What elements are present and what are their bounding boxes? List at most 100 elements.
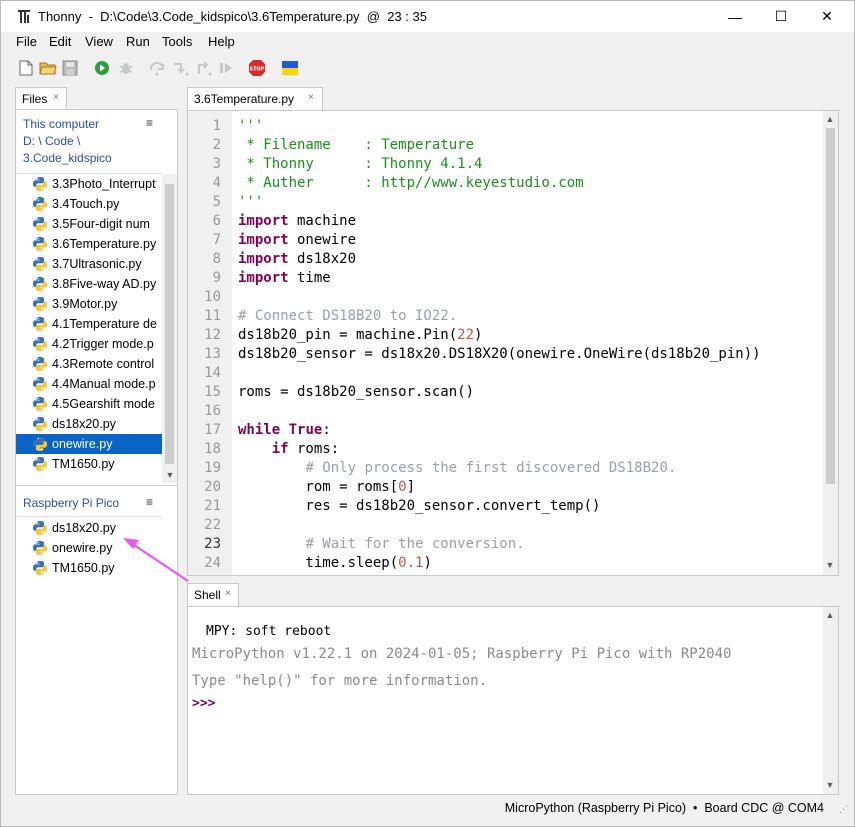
code-token: machine (288, 213, 357, 229)
code-token: 0.1 (398, 555, 424, 571)
line-number: 7 (212, 232, 221, 248)
code-line: * Thonny : Thonny 4.1.4 (238, 155, 482, 174)
minimize-button[interactable]: — (712, 1, 758, 32)
list-item[interactable]: TM1650.py (16, 454, 162, 474)
python-file-icon (33, 297, 47, 311)
code-line: time.sleep(0.1) (238, 554, 432, 573)
file-name: 4.4Manual mode.p (52, 377, 156, 391)
tab-editor[interactable]: 3.6Temperature.py × (187, 87, 323, 111)
resume-icon[interactable] (217, 59, 235, 77)
shell-scrollbar[interactable]: ▲ ▼ (823, 607, 838, 794)
file-name: 3.9Motor.py (52, 297, 118, 311)
code-line: # Connect DS18B20 to IO22. (238, 307, 457, 326)
list-item[interactable]: 4.4Manual mode.p (16, 374, 162, 394)
python-file-icon (33, 561, 47, 575)
file-name: 4.5Gearshift mode (52, 397, 155, 411)
step-over-icon[interactable] (149, 59, 167, 77)
file-name: TM1650.py (52, 561, 115, 575)
menu-file[interactable]: File (16, 34, 37, 49)
code-token: ] (406, 479, 416, 495)
list-item[interactable]: 4.5Gearshift mode (16, 394, 162, 414)
line-number: 8 (212, 251, 221, 267)
code-line: import ds18x20 (238, 250, 356, 269)
computer-menu-icon[interactable]: ≡ (146, 116, 153, 130)
list-item[interactable]: 3.8Five-way AD.py (16, 274, 162, 294)
maximize-button[interactable]: ☐ (758, 1, 804, 32)
computer-location-title[interactable]: This computer D: \ Code \ 3.Code_kidspic… (23, 116, 112, 167)
menu-run[interactable]: Run (126, 34, 150, 49)
step-into-icon[interactable] (172, 59, 190, 77)
list-item[interactable]: 3.5Four-digit num (16, 214, 162, 234)
shell-prompt[interactable]: >>> (192, 696, 215, 711)
menu-tools[interactable]: Tools (162, 34, 192, 49)
device-location-title[interactable]: Raspberry Pi Pico (23, 495, 119, 512)
save-icon[interactable] (61, 59, 79, 77)
file-name: 4.1Temperature de (52, 317, 157, 331)
python-file-icon (33, 337, 47, 351)
close-icon[interactable]: × (308, 92, 314, 103)
computer-file-list: 3.3Photo_Interrupt 3.4Touch.py 3.5Four-dig… (16, 174, 162, 477)
step-out-icon[interactable] (195, 59, 213, 77)
list-item[interactable]: 3.6Temperature.py (16, 234, 162, 254)
list-item[interactable]: 4.1Temperature de (16, 314, 162, 334)
tab-files[interactable]: Files × (15, 87, 67, 110)
menu-edit[interactable]: Edit (49, 34, 71, 49)
menu-view[interactable]: View (85, 34, 113, 49)
files-scrollbar[interactable] (162, 174, 177, 483)
ukraine-flag-icon[interactable] (281, 59, 299, 77)
shell-panel[interactable]: MPY: soft reboot MicroPython v1.22.1 on … (187, 606, 839, 795)
code-editor[interactable]: 1 2 3 4 5 6 7 8 9 10 11 12 13 14 15 16 17 18 19 20 21 22 23 24 … (187, 110, 839, 576)
list-item[interactable]: ds18x20.py (16, 414, 162, 434)
file-name: TM1650.py (52, 457, 115, 471)
scroll-up-icon[interactable]: ▲ (824, 114, 836, 124)
line-number: 9 (212, 270, 221, 286)
list-item[interactable]: 4.2Trigger mode.p (16, 334, 162, 354)
run-icon[interactable] (93, 59, 111, 77)
editor-scrollbar[interactable]: ▲ ▼ (823, 111, 838, 575)
files-scroll-thumb[interactable] (165, 184, 174, 464)
code-token: # Only process the first discovered DS18… (305, 460, 677, 476)
debug-icon[interactable] (117, 59, 135, 77)
line-number-gutter: 1 2 3 4 5 6 7 8 9 10 11 12 13 14 15 16 17 18 19 20 21 22 23 24 (188, 111, 232, 575)
menu-help[interactable]: Help (208, 34, 235, 49)
close-window-button[interactable]: ✕ (804, 1, 850, 32)
list-item[interactable]: 3.3Photo_Interrupt (16, 174, 162, 194)
code-token: ) (423, 555, 432, 571)
window-title: Thonny - D:\Code\3.Code_kidspico\3.6Temp… (38, 9, 427, 24)
close-icon[interactable]: × (53, 92, 59, 103)
line-number: 15 (204, 384, 221, 400)
code-token: 0 (398, 479, 407, 495)
scroll-down-icon[interactable]: ▼ (164, 470, 176, 480)
resize-grip-icon[interactable]: ⋰ (839, 804, 848, 815)
interpreter-status[interactable]: MicroPython (Raspberry Pi Pico) • Board … (505, 801, 824, 815)
new-file-icon[interactable] (17, 59, 35, 77)
scroll-down-icon[interactable]: ▼ (824, 780, 836, 790)
open-file-icon[interactable] (39, 59, 57, 77)
code-token: * Auther : http//www.keyestudio.com (238, 175, 584, 191)
python-file-icon (33, 177, 47, 191)
file-name: ds18x20.py (52, 521, 116, 535)
code-token: res = ds18b20_sensor.convert_temp() (238, 498, 601, 514)
close-icon[interactable]: × (225, 588, 231, 599)
device-menu-icon[interactable]: ≡ (146, 495, 153, 509)
code-token: ds18b20_sensor = ds18x20.DS18X20(onewire… (238, 346, 761, 362)
list-item[interactable]: onewire.py (16, 434, 162, 454)
files-panel: This computer D: \ Code \ 3.Code_kidspic… (15, 109, 178, 795)
list-item[interactable]: 4.3Remote control (16, 354, 162, 374)
scroll-down-icon[interactable]: ▼ (824, 560, 836, 570)
python-file-icon (33, 541, 47, 555)
list-item[interactable]: 3.7Ultrasonic.py (16, 254, 162, 274)
list-item[interactable]: 3.9Motor.py (16, 294, 162, 314)
stop-icon[interactable]: STOP (248, 59, 266, 77)
code-token: roms: (288, 441, 340, 457)
scroll-up-icon[interactable]: ▲ (824, 610, 836, 620)
shell-help-line: Type "help()" for more information. (192, 673, 488, 689)
code-line: * Auther : http//www.keyestudio.com (238, 174, 584, 193)
code-token: import (238, 232, 289, 248)
code-token: if (271, 441, 289, 457)
editor-scroll-thumb[interactable] (826, 128, 835, 484)
python-file-icon (33, 317, 47, 331)
line-number: 13 (204, 346, 221, 362)
list-item[interactable]: 3.4Touch.py (16, 194, 162, 214)
code-token: True (288, 422, 323, 438)
